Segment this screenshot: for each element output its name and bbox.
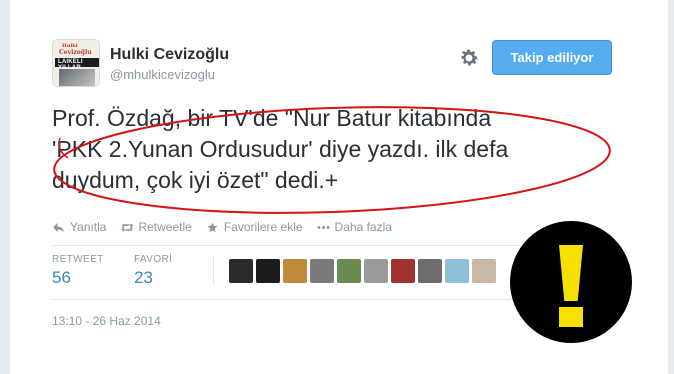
favoriter-avatar[interactable]: [256, 259, 280, 283]
page-edge-left: [0, 0, 10, 374]
more-action[interactable]: Daha fazla: [316, 220, 392, 234]
favoriter-avatar[interactable]: [364, 259, 388, 283]
user-name[interactable]: Hulki Cevizoğlu: [110, 46, 229, 64]
exclamation-dot: [559, 307, 583, 327]
page-edge-right: [668, 0, 674, 374]
stats-vertical-divider: [213, 256, 214, 286]
tweet-line-3: duydum, çok iyi özet" dedi.+: [52, 167, 339, 193]
avatar-picture: [59, 69, 95, 86]
favoriter-avatar[interactable]: [445, 259, 469, 283]
exclamation-bar: [559, 245, 583, 301]
favorite-label: Favorilere ekle: [223, 220, 303, 234]
more-label: Daha fazla: [334, 220, 392, 234]
retweet-icon: [121, 222, 134, 232]
tweet-actions: Yanıtla Retweetle Favorilere ekle Daha f…: [52, 220, 392, 234]
favoriter-avatar[interactable]: [310, 259, 334, 283]
user-handle[interactable]: @mhulkicevizoglu: [110, 67, 215, 82]
favorite-count: 23: [134, 268, 153, 287]
favoriter-avatar[interactable]: [337, 259, 361, 283]
favorite-stat-label: FAVORİ: [134, 254, 173, 265]
favoriter-avatar[interactable]: [418, 259, 442, 283]
avatar-banner: LAIKELI YILLAR: [55, 58, 99, 71]
retweet-stat-label: RETWEET: [52, 254, 104, 265]
tweet-timestamp[interactable]: 13:10 - 26 Haz 2014: [52, 314, 161, 328]
following-button[interactable]: Takip ediliyor: [492, 40, 612, 75]
reply-action[interactable]: Yanıtla: [52, 220, 106, 234]
avatar[interactable]: Hulki Cevizoğlu LAIKELI YILLAR: [52, 39, 100, 87]
more-icon: [316, 225, 330, 229]
star-icon: [207, 221, 218, 232]
tweet-text: Prof. Özdağ, bir TV'de "Nur Batur kitabı…: [52, 103, 612, 196]
retweet-action[interactable]: Retweetle: [120, 220, 192, 234]
favoriters-list: [229, 259, 496, 283]
favoriter-avatar[interactable]: [229, 259, 253, 283]
favoriter-avatar[interactable]: [472, 259, 496, 283]
reply-label: Yanıtla: [70, 220, 107, 234]
retweet-count: 56: [52, 268, 71, 287]
tweet-page: Hulki Cevizoğlu LAIKELI YILLAR Hulki Cev…: [0, 0, 674, 374]
tweet-line-2: 'PKK 2.Yunan Ordusudur' diye yazdı. ilk …: [52, 136, 509, 162]
favoriter-avatar[interactable]: [283, 259, 307, 283]
favoriter-avatar[interactable]: [391, 259, 415, 283]
reply-icon: [53, 222, 64, 232]
retweet-label: Retweetle: [138, 220, 192, 234]
retweet-stat[interactable]: RETWEET 56: [52, 254, 104, 288]
gear-icon[interactable]: [458, 47, 480, 69]
avatar-text-2: Cevizoğlu: [59, 49, 92, 56]
favorite-action[interactable]: Favorilere ekle: [206, 220, 303, 234]
favorite-stat[interactable]: FAVORİ 23: [134, 254, 172, 288]
tweet-line-1: Prof. Özdağ, bir TV'de "Nur Batur kitabı…: [52, 105, 492, 131]
exclamation-warning-icon: [510, 221, 632, 343]
